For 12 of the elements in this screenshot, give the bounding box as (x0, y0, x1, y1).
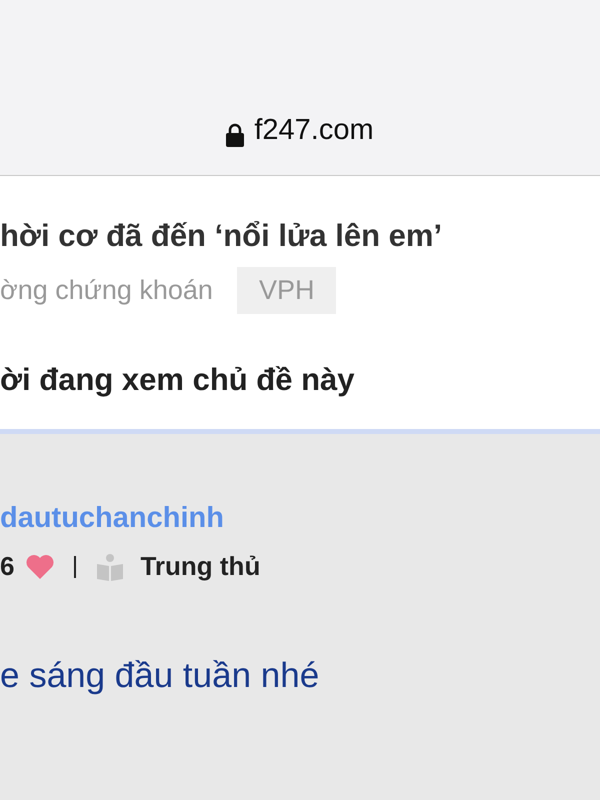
post-text: e sáng đầu tuần nhé (0, 656, 320, 696)
category-link[interactable]: ờng chứng khoán (0, 275, 213, 306)
reader-icon (96, 552, 124, 580)
heart-icon (26, 554, 54, 579)
tag[interactable]: VPH (236, 267, 336, 314)
username-link[interactable]: dautuchanchinh (0, 502, 600, 535)
url-text[interactable]: f247.com (254, 114, 374, 147)
viewers-heading: ời đang xem chủ đề này (0, 362, 356, 398)
user-rank: Trung thủ (140, 551, 260, 582)
lock-icon (226, 123, 244, 147)
likes-count: 6 (0, 551, 14, 582)
thread-title: hời cơ đã đến ‘nổi lửa lên em’ (0, 218, 444, 254)
